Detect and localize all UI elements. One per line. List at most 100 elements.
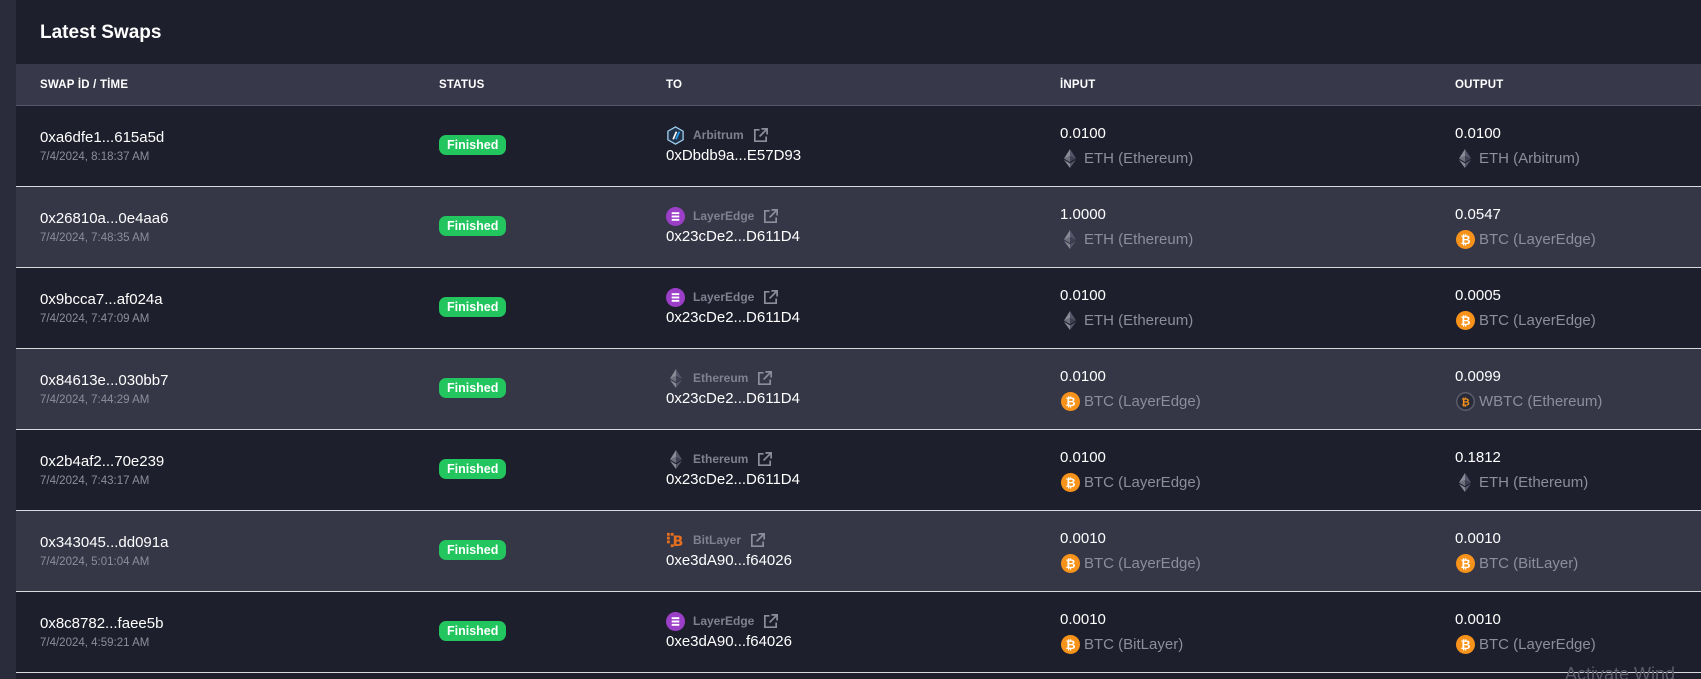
svg-text:₿: ₿ <box>1065 394 1075 408</box>
input-asset-label: ETH (Ethereum) <box>1084 230 1194 248</box>
destination-chain-label: LayerEdge <box>693 290 755 304</box>
destination-chain-label: Ethereum <box>693 452 749 466</box>
btc-icon: ₿ <box>1455 310 1475 330</box>
column-header-output: OUTPUT <box>1455 79 1504 91</box>
input-asset: ETH (Ethereum) <box>1060 229 1193 249</box>
btc-icon: ₿ <box>1060 553 1080 573</box>
destination-chain-label: BitLayer <box>693 533 742 547</box>
input-asset-label: BTC (BitLayer) <box>1084 635 1184 653</box>
swap-id-link[interactable]: 0x8c8782...faee5b <box>40 615 163 632</box>
swap-timestamp: 7/4/2024, 7:48:35 AM <box>40 232 150 244</box>
eth-icon <box>1060 229 1080 249</box>
output-asset: ₿ BTC (BitLayer) <box>1455 553 1578 573</box>
status-badge: Finished <box>439 459 507 479</box>
svg-text:₿: ₿ <box>1065 556 1075 570</box>
destination-chain-label: Ethereum <box>693 371 749 385</box>
eth-icon <box>1060 148 1080 168</box>
table-row[interactable]: 0xa6dfe1...615a5d 7/4/2024, 8:18:37 AM Fin… <box>16 106 1701 187</box>
destination-chain-label: Arbitrum <box>693 128 744 142</box>
input-asset-label: BTC (LayerEdge) <box>1084 554 1201 572</box>
output-amount: 0.0010 <box>1455 611 1501 628</box>
table-row[interactable]: 0x343045...dd091a 7/4/2024, 5:01:04 AM Fin… <box>16 511 1701 592</box>
output-asset: ₿ WBTC (Ethereum) <box>1455 391 1602 411</box>
input-asset-label: BTC (LayerEdge) <box>1084 473 1201 491</box>
svg-text:₿: ₿ <box>1460 313 1470 327</box>
table-row[interactable]: 0x8c8782...faee5b 7/4/2024, 4:59:21 AM Fin… <box>16 592 1701 673</box>
os-activation-watermark: Activate Wind <box>1565 664 1676 679</box>
input-amount: 1.0000 <box>1060 206 1106 223</box>
swap-timestamp: 7/4/2024, 5:01:04 AM <box>40 556 150 568</box>
swap-id-link[interactable]: 0x84613e...030bb7 <box>40 372 168 389</box>
status-badge: Finished <box>439 135 507 155</box>
destination-chain: LayerEdge <box>666 611 779 631</box>
input-amount: 0.0010 <box>1060 611 1106 628</box>
swap-timestamp: 7/4/2024, 4:59:21 AM <box>40 637 150 649</box>
output-amount: 0.0099 <box>1455 368 1501 385</box>
external-link-icon[interactable] <box>762 613 779 630</box>
external-link-icon[interactable] <box>749 532 766 549</box>
eth-icon <box>1060 310 1080 330</box>
output-amount: 0.1812 <box>1455 449 1501 466</box>
external-link-icon[interactable] <box>756 370 773 387</box>
output-asset-label: BTC (BitLayer) <box>1479 554 1579 572</box>
destination-address[interactable]: 0x23cDe2...D611D4 <box>666 309 800 326</box>
input-asset: ETH (Ethereum) <box>1060 148 1193 168</box>
svg-text:₿: ₿ <box>1065 637 1075 651</box>
column-header-input: İNPUT <box>1060 79 1096 91</box>
destination-address[interactable]: 0x23cDe2...D611D4 <box>666 228 800 245</box>
status-badge: Finished <box>439 540 507 560</box>
svg-text:₿: ₿ <box>1460 556 1470 570</box>
output-asset-label: BTC (LayerEdge) <box>1479 230 1596 248</box>
output-amount: 0.0547 <box>1455 206 1501 223</box>
layeredge-icon <box>666 287 685 307</box>
swap-timestamp: 7/4/2024, 7:47:09 AM <box>40 313 150 325</box>
status-badge: Finished <box>439 216 507 236</box>
swap-id-link[interactable]: 0x343045...dd091a <box>40 534 168 551</box>
input-asset-label: ETH (Ethereum) <box>1084 149 1194 167</box>
destination-chain-label: LayerEdge <box>693 209 755 223</box>
destination-address[interactable]: 0xe3dA90...f64026 <box>666 633 792 650</box>
svg-text:₿: ₿ <box>1065 475 1075 489</box>
svg-text:₿: ₿ <box>1460 637 1470 651</box>
swap-id-link[interactable]: 0x2b4af2...70e239 <box>40 453 164 470</box>
table-row[interactable]: 0x9bcca7...af024a 7/4/2024, 7:47:09 AM Fin… <box>16 268 1701 349</box>
destination-address[interactable]: 0xDbdb9a...E57D93 <box>666 147 801 164</box>
btc-icon: ₿ <box>1455 553 1475 573</box>
destination-address[interactable]: 0x23cDe2...D611D4 <box>666 471 800 488</box>
destination-address[interactable]: 0x23cDe2...D611D4 <box>666 390 800 407</box>
input-asset: ₿ BTC (BitLayer) <box>1060 634 1183 654</box>
svg-text:₿: ₿ <box>1461 396 1470 408</box>
destination-address[interactable]: 0xe3dA90...f64026 <box>666 552 792 569</box>
wbtc-icon: ₿ <box>1455 391 1475 411</box>
btc-icon: ₿ <box>1455 229 1475 249</box>
table-row[interactable]: 0x84613e...030bb7 7/4/2024, 7:44:29 AM Fin… <box>16 349 1701 430</box>
swap-id-link[interactable]: 0x9bcca7...af024a <box>40 291 163 308</box>
swap-timestamp: 7/4/2024, 7:44:29 AM <box>40 394 150 406</box>
input-amount: 0.0100 <box>1060 287 1106 304</box>
output-asset: ₿ BTC (LayerEdge) <box>1455 634 1596 654</box>
table-row[interactable]: 0x26810a...0e4aa6 7/4/2024, 7:48:35 AM Fin… <box>16 187 1701 268</box>
swap-timestamp: 7/4/2024, 7:43:17 AM <box>40 475 150 487</box>
external-link-icon[interactable] <box>762 289 779 306</box>
external-link-icon[interactable] <box>752 127 769 144</box>
svg-text:₿: ₿ <box>1460 232 1470 246</box>
column-header-status: STATUS <box>439 79 485 91</box>
swap-id-link[interactable]: 0x26810a...0e4aa6 <box>40 210 168 227</box>
output-asset-label: BTC (LayerEdge) <box>1479 635 1596 653</box>
output-asset-label: BTC (LayerEdge) <box>1479 311 1596 329</box>
output-asset-label: WBTC (Ethereum) <box>1479 392 1603 410</box>
column-header-swap: SWAP İD / TİME <box>40 79 129 91</box>
status-badge: Finished <box>439 378 507 398</box>
external-link-icon[interactable] <box>756 451 773 468</box>
left-sidebar-edge <box>0 0 16 679</box>
external-link-icon[interactable] <box>762 208 779 225</box>
input-asset-label: BTC (LayerEdge) <box>1084 392 1201 410</box>
table-row[interactable]: 0x2b4af2...70e239 7/4/2024, 7:43:17 AM Fin… <box>16 430 1701 511</box>
input-asset-label: ETH (Ethereum) <box>1084 311 1194 329</box>
destination-chain-label: LayerEdge <box>693 614 755 628</box>
input-asset: ETH (Ethereum) <box>1060 310 1193 330</box>
destination-chain: LayerEdge <box>666 206 779 226</box>
input-asset: ₿ BTC (LayerEdge) <box>1060 553 1201 573</box>
swap-id-link[interactable]: 0xa6dfe1...615a5d <box>40 129 164 146</box>
output-asset-label: ETH (Arbitrum) <box>1479 149 1580 167</box>
